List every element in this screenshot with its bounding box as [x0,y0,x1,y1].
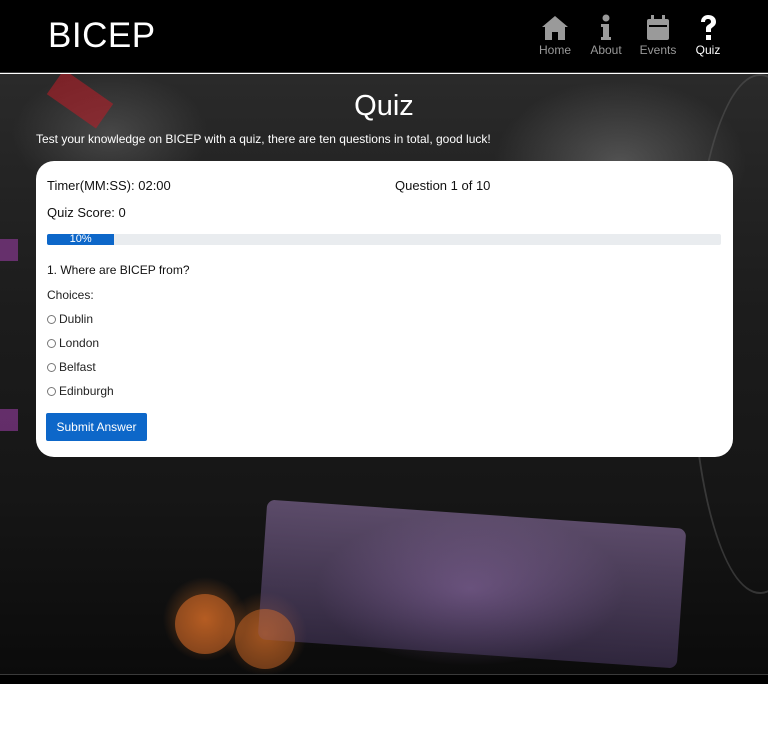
info-icon [601,14,611,40]
choice-option[interactable]: Dublin [47,312,93,326]
nav-home[interactable]: Home [530,14,580,57]
radio-button[interactable] [47,314,56,324]
quiz-card: Timer(MM:SS): 02:00 Question 1 of 10 Qui… [36,161,733,457]
radio-button[interactable] [47,338,56,348]
background-decor [0,239,18,261]
choice-label: Belfast [59,360,96,374]
radio-button[interactable] [47,386,56,396]
page-intro: Test your knowledge on BICEP with a quiz… [36,132,491,146]
nav-quiz[interactable]: Quiz [683,14,733,57]
choice-label: Dublin [59,312,94,326]
choice-option[interactable]: London [47,336,99,350]
background-decor [0,409,18,431]
background-decor [235,609,295,669]
background-decor [175,594,235,654]
nav-home-label: Home [538,43,571,57]
progress-bar: 10% [47,234,721,245]
background-decor [257,499,687,669]
brand-logo[interactable]: BICEP [48,16,156,56]
question-text: 1. Where are BICEP from? [47,263,190,277]
home-icon [542,16,568,40]
calendar-icon [647,15,669,40]
nav-events[interactable]: Events [633,14,683,57]
nav-about[interactable]: About [581,14,631,57]
quiz-score: Quiz Score: 0 [47,205,126,220]
choice-label: London [59,336,100,350]
choice-label: Edinburgh [59,384,114,398]
choice-option[interactable]: Belfast [47,360,96,374]
radio-button[interactable] [47,362,56,372]
navbar: BICEP Home About Events Quiz [0,0,768,73]
page-title: Quiz [354,90,414,122]
quiz-timer: Timer(MM:SS): 02:00 [47,178,171,193]
submit-answer-button[interactable]: Submit Answer [46,413,147,441]
question-counter: Question 1 of 10 [395,178,491,193]
progress-fill: 10% [47,234,115,245]
question-icon [701,15,716,40]
nav-about-label: About [590,43,622,57]
nav-quiz-label: Quiz [695,43,721,57]
nav-events-label: Events [639,43,677,57]
footer [0,674,768,684]
choice-option[interactable]: Edinburgh [47,384,114,398]
choices-label: Choices: [47,288,94,302]
